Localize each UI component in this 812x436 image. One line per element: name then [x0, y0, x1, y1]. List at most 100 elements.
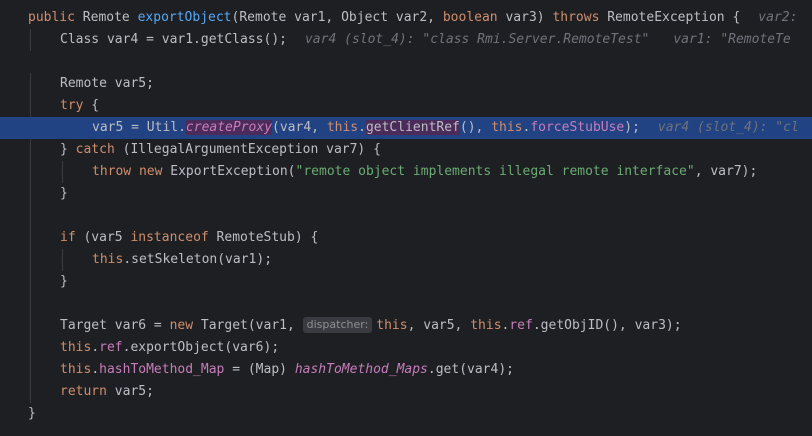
keyword-this: this — [491, 120, 523, 135]
indent-guide — [30, 359, 31, 381]
static-field-hash-to-method-maps[interactable]: hashToMethod_Maps — [295, 362, 428, 377]
code-line-7: } catch (IllegalArgumentException var7) … — [0, 139, 812, 161]
code-part: Target(var1, — [193, 318, 303, 333]
catch-clause: (IllegalArgumentException var7) { — [114, 142, 381, 157]
code-line-17: this.hashToMethod_Map = (Map) hashToMeth… — [0, 359, 812, 381]
field-ref[interactable]: ref — [99, 340, 122, 355]
string-literal: "remote object implements illegal remote… — [295, 164, 695, 179]
code-part: .setSkeleton(var1); — [123, 252, 273, 267]
statement: Class var4 = var1.getClass(); — [60, 32, 287, 47]
method-name[interactable]: exportObject — [138, 10, 232, 25]
class-name: ExportException( — [162, 164, 296, 179]
keyword-if: if — [60, 230, 76, 245]
keyword-new: new — [138, 164, 163, 179]
indent-guide — [62, 161, 63, 183]
parameter-name-hint: dispatcher: — [302, 317, 373, 333]
code-part: (var4, — [272, 120, 327, 135]
keyword-instanceof: instanceof — [130, 230, 209, 245]
code-text: return var5; — [60, 381, 154, 403]
code-part: (), — [459, 120, 492, 135]
field-ref[interactable]: ref — [509, 318, 532, 333]
method-get-client-ref[interactable]: getClientRef — [365, 120, 460, 135]
code-part: var5 = Util. — [92, 120, 186, 135]
code-text: } catch (IllegalArgumentException var7) … — [60, 139, 381, 161]
method-signature: public Remote exportObject(Remote var1, … — [28, 7, 797, 29]
keyword-this: this — [326, 120, 359, 135]
code-part: , var5, — [407, 318, 471, 333]
keyword-this: this — [470, 318, 502, 333]
inlay-hint: var1: "RemoteTe — [673, 32, 791, 47]
code-part: Target var6 = — [60, 318, 170, 333]
field-force-stub-use[interactable]: forceStubUse — [530, 120, 624, 135]
keyword-this: this — [60, 340, 92, 355]
code-text: Class var4 = var1.getClass(); var4 (slot_… — [60, 29, 791, 51]
keyword-catch: catch — [75, 142, 115, 157]
field-hash-to-method-map[interactable]: hashToMethod_Map — [99, 362, 224, 377]
indent-guide — [30, 161, 31, 183]
code-line-14 — [0, 293, 812, 315]
code-line-18: return var5; — [0, 381, 812, 403]
indent-guide — [30, 95, 31, 117]
indent-guide — [30, 205, 31, 227]
code-line-15: Target var6 = new Target(var1, dispatche… — [0, 315, 812, 337]
code-line-8: throw new ExportException("remote object… — [0, 161, 812, 183]
code-line-11: if (var5 instanceof RemoteStub) { — [0, 227, 812, 249]
exception-type: RemoteException { — [599, 10, 741, 25]
indent-guide — [30, 73, 31, 95]
inlay-hint: var4 (slot_4): "class Rmi.Server.RemoteT… — [304, 32, 650, 47]
code-text: Target var6 = new Target(var1, dispatche… — [60, 315, 682, 337]
dot: . — [91, 362, 100, 377]
code-line-16: this.ref.exportObject(var6); — [0, 337, 812, 359]
keyword-new: new — [169, 318, 194, 333]
code-part: .getObjID(), var3); — [532, 318, 682, 333]
code-line-4: Remote var5; — [0, 73, 812, 95]
code-text: if (var5 instanceof RemoteStub) { — [60, 227, 318, 249]
method-create-proxy[interactable]: createProxy — [185, 120, 273, 135]
inlay-hint: var2: — [758, 10, 798, 25]
code-text: try { — [60, 95, 99, 117]
code-part: , var7); — [694, 164, 758, 179]
indent-guide — [30, 293, 31, 315]
code-part: = (Map) — [224, 362, 295, 377]
indent-guide — [30, 271, 31, 293]
statement: Remote var5; — [60, 76, 154, 91]
keyword-this: this — [60, 362, 92, 377]
brace: } — [60, 142, 76, 157]
params-b: var3) — [497, 10, 553, 25]
keyword-return: return — [60, 384, 107, 399]
indent-guide — [30, 183, 31, 205]
indent-guide — [30, 381, 31, 403]
code-text: this.ref.exportObject(var6); — [60, 337, 279, 359]
indent-guide — [62, 249, 63, 271]
code-text: var5 = Util.createProxy(var4, this.getCl… — [92, 117, 799, 139]
brace: } — [60, 186, 68, 201]
brace: } — [28, 406, 36, 421]
indent-guide — [30, 315, 31, 337]
code-line-9: } — [0, 183, 812, 205]
code-part: .exportObject(var6); — [122, 340, 280, 355]
params-a: (Remote var1, Object var2, — [231, 10, 443, 25]
return-type: Remote — [74, 10, 138, 25]
code-part: ); — [624, 120, 640, 135]
code-line-10 — [0, 205, 812, 227]
indent-guide — [30, 139, 31, 161]
keyword-throw: throw — [92, 164, 132, 179]
code-part: (var5 — [75, 230, 131, 245]
code-text: throw new ExportException("remote object… — [92, 161, 757, 183]
keyword-public: public — [28, 10, 75, 25]
dot: . — [91, 340, 100, 355]
keyword-try: try — [60, 98, 84, 113]
code-line-13: } — [0, 271, 812, 293]
indent-guide — [30, 29, 31, 51]
inlay-hint: var4 (slot_4): "cl — [657, 120, 799, 135]
keyword-this: this — [92, 252, 124, 267]
keyword-this: this — [376, 318, 408, 333]
keyword-boolean: boolean — [442, 10, 498, 25]
brace: } — [60, 274, 68, 289]
code-editor[interactable]: public Remote exportObject(Remote var1, … — [0, 0, 812, 436]
code-line-1: public Remote exportObject(Remote var1, … — [0, 7, 812, 29]
code-part: RemoteStub) { — [208, 230, 319, 245]
keyword-throws: throws — [552, 10, 600, 25]
indent-guide — [30, 249, 31, 271]
code-line-6-current: var5 = Util.createProxy(var4, this.getCl… — [0, 117, 812, 139]
